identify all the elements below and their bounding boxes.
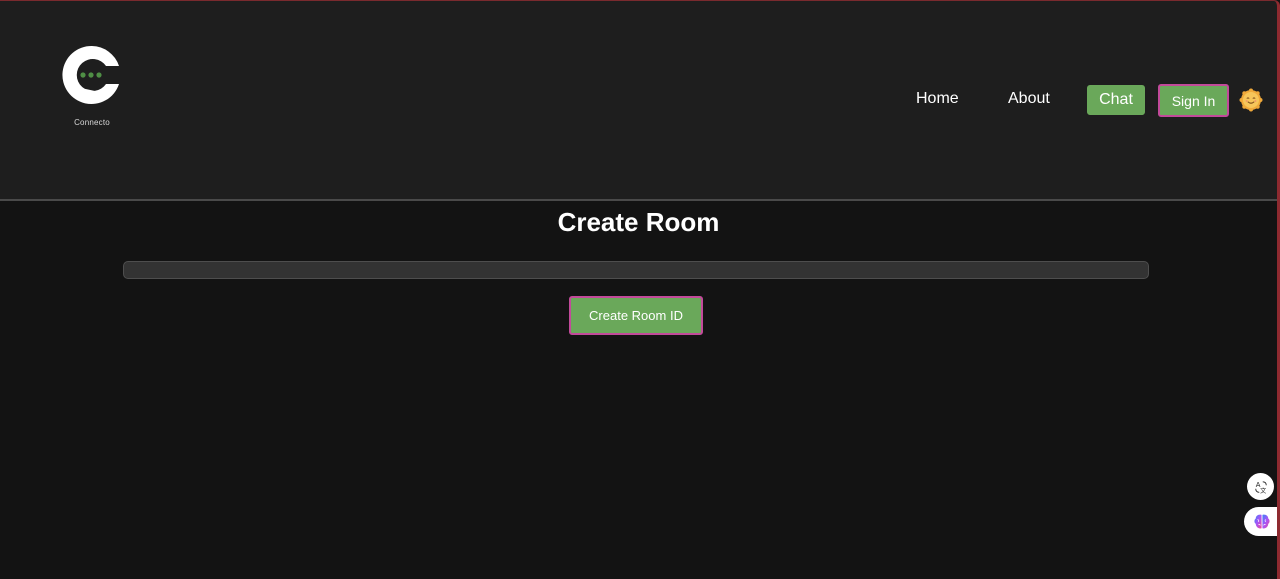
main-content: Create Room Create Room ID — [0, 203, 1277, 579]
nav-chat-button[interactable]: Chat — [1087, 85, 1145, 115]
nav-home-link[interactable]: Home — [916, 90, 959, 108]
room-id-input[interactable] — [123, 261, 1149, 279]
theme-toggle-button[interactable] — [1239, 88, 1263, 112]
logo-text: Connecto — [74, 118, 110, 127]
ai-assistant-floating-button[interactable] — [1244, 507, 1280, 536]
nav-about-link[interactable]: About — [1008, 90, 1050, 108]
sun-face-icon — [1239, 88, 1263, 112]
translate-floating-button[interactable]: A 文 — [1247, 473, 1274, 500]
create-room-id-button[interactable]: Create Room ID — [569, 296, 703, 335]
svg-text:文: 文 — [1260, 487, 1266, 494]
sign-in-button[interactable]: Sign In — [1158, 84, 1229, 117]
brain-icon — [1254, 514, 1270, 528]
page-title: Create Room — [557, 207, 720, 237]
translate-icon: A 文 — [1254, 480, 1267, 494]
site-header: Connecto Home About Chat Sign In — [0, 0, 1277, 201]
main-nav: Home About Chat Sign In — [0, 84, 1277, 117]
